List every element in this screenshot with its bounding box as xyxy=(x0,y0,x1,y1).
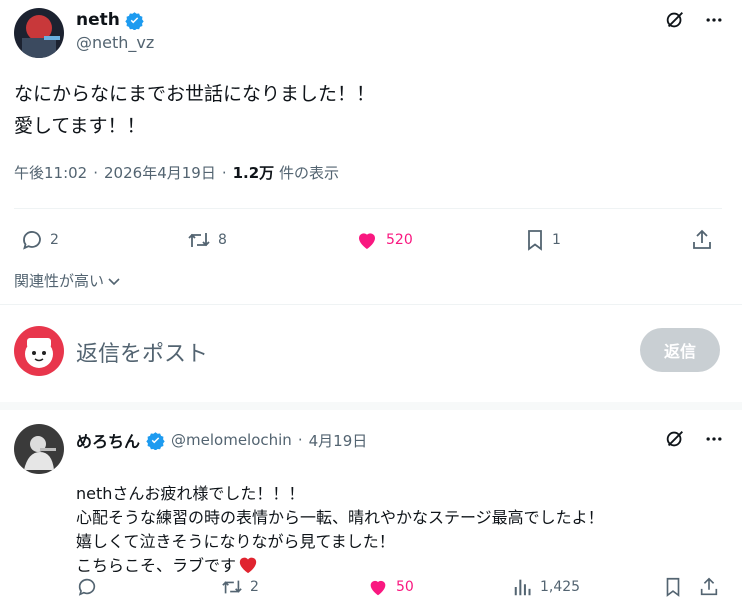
heart-filled-icon xyxy=(370,580,386,596)
views-count: 1,425 xyxy=(540,579,581,595)
reply-text: nethさんお疲れ様でした！！！ 心配そうな練習の時の表情から一転、晴れやかなス… xyxy=(76,484,604,575)
repost-count: 8 xyxy=(218,232,227,248)
repost-count: 2 xyxy=(250,579,259,595)
bookmark-count: 1 xyxy=(552,232,561,248)
reply-text-container: nethさんお疲れ様でした！！！ 心配そうな練習の時の表情から一転、晴れやかなス… xyxy=(76,458,716,578)
current-user-avatar[interactable] xyxy=(14,326,64,376)
share-button[interactable] xyxy=(698,576,720,598)
divider xyxy=(0,402,742,410)
author-handle[interactable]: @neth_vz xyxy=(76,33,154,52)
reply-author-avatar[interactable] xyxy=(14,424,64,474)
reply-author-name[interactable]: めろちん xyxy=(76,428,140,452)
repost-button[interactable]: 8 xyxy=(186,228,227,252)
share-button[interactable] xyxy=(690,228,714,252)
post-text: なにからなにまでお世話になりました！！ 愛してます！！ xyxy=(14,83,376,137)
grok-icon[interactable] xyxy=(664,428,686,450)
like-button[interactable]: 50 xyxy=(366,576,414,598)
bookmark-icon xyxy=(666,577,680,597)
repost-icon xyxy=(188,233,210,247)
share-icon xyxy=(693,229,711,249)
repost-icon xyxy=(222,580,242,594)
reply-action-bar: 2 50 1,425 xyxy=(76,574,726,600)
analytics-icon xyxy=(514,579,531,596)
more-options-icon[interactable] xyxy=(704,429,724,449)
reply-submit-button[interactable]: 返信 xyxy=(640,328,720,372)
views-label: 件の表示 xyxy=(278,164,339,182)
reply-count: 2 xyxy=(50,232,59,248)
verified-badge-icon xyxy=(125,11,144,31)
meta-separator: · xyxy=(297,431,303,449)
more-options-icon[interactable] xyxy=(704,10,724,30)
reply-button[interactable] xyxy=(76,576,104,598)
reply-icon xyxy=(78,578,96,596)
red-heart-emoji-icon xyxy=(239,557,257,574)
bookmark-button[interactable] xyxy=(662,576,684,598)
meta-separator: · xyxy=(93,163,99,182)
reply-input[interactable]: 返信をポスト xyxy=(76,336,208,368)
post-date[interactable]: 2026年4月19日 xyxy=(104,162,216,183)
reply-date[interactable]: 4月19日 xyxy=(309,430,368,451)
verified-badge-icon xyxy=(146,431,165,451)
bookmark-button[interactable]: 1 xyxy=(524,228,561,252)
share-icon xyxy=(700,577,718,596)
like-count: 520 xyxy=(386,232,413,248)
heart-filled-icon xyxy=(359,233,375,249)
repost-button[interactable]: 2 xyxy=(220,576,259,598)
reply-author-handle[interactable]: @melomelochin xyxy=(171,431,292,449)
post-meta: 午後11:02 · 2026年4月19日 · 1.2万 件の表示 xyxy=(14,162,339,183)
views-count: 1.2万 xyxy=(232,164,275,182)
divider xyxy=(0,304,742,305)
views-button[interactable]: 1,425 xyxy=(512,576,580,598)
bookmark-icon xyxy=(528,230,542,251)
post-time[interactable]: 午後11:02 xyxy=(14,162,87,183)
reply-icon xyxy=(23,231,41,250)
reply-sort-label: 関連性が高い xyxy=(14,272,105,290)
reply-button[interactable]: 2 xyxy=(20,228,59,252)
divider xyxy=(14,208,722,209)
author-name[interactable]: neth xyxy=(76,10,120,30)
post-action-bar: 2 8 520 1 xyxy=(20,226,720,254)
chevron-down-icon xyxy=(108,277,120,285)
meta-separator: · xyxy=(221,163,227,182)
reply-sort-dropdown[interactable]: 関連性が高い xyxy=(14,270,122,291)
author-avatar[interactable] xyxy=(14,8,64,58)
like-button[interactable]: 520 xyxy=(354,228,413,252)
like-count: 50 xyxy=(396,579,414,595)
grok-icon[interactable] xyxy=(664,9,686,31)
